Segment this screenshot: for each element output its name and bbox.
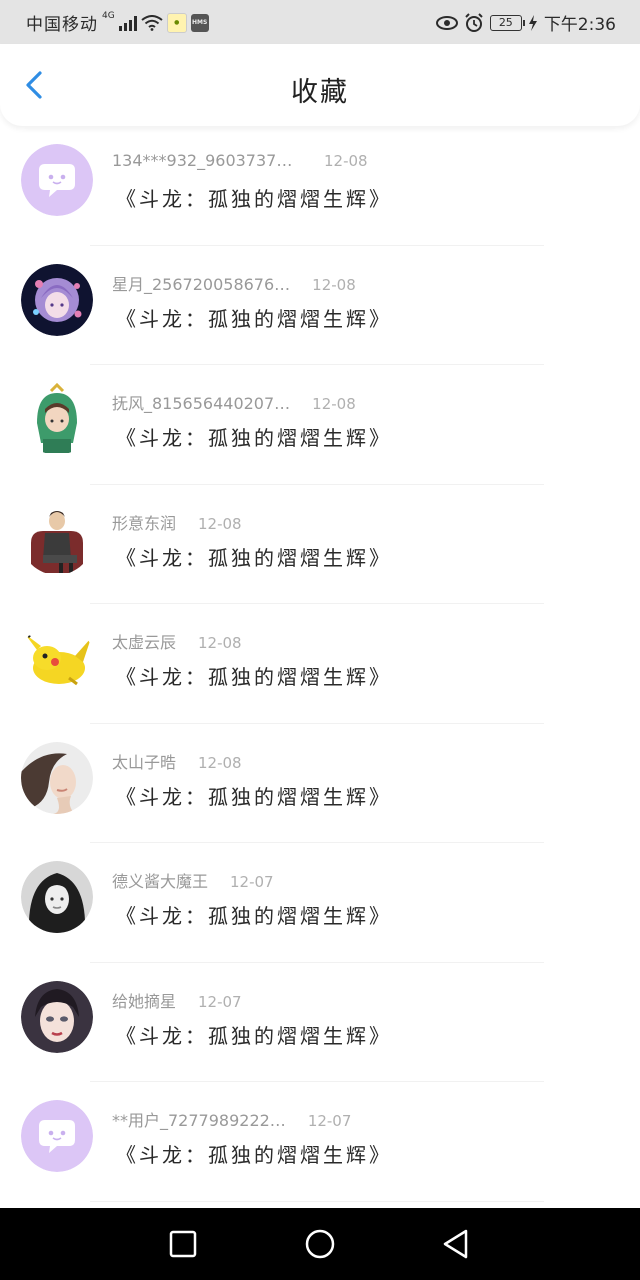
item-meta: 太山子晧 12-08 bbox=[112, 749, 242, 773]
book-title[interactable]: 《斗龙：孤独的熠熠生辉》 bbox=[116, 1020, 392, 1049]
item-meta: 给她摘星 12-07 bbox=[112, 988, 242, 1012]
eye-icon bbox=[435, 15, 458, 30]
list-item[interactable]: 太虚云辰 12-08 《斗龙：孤独的熠熠生辉》 bbox=[0, 604, 640, 724]
avatar[interactable] bbox=[21, 502, 93, 575]
item-meta: 134***932_9603737003 12-08 bbox=[112, 151, 368, 170]
status-bar: 中国移动 4G ● HMS 25 下午2:36 bbox=[0, 0, 640, 44]
divider bbox=[90, 1200, 544, 1202]
book-title[interactable]: 《斗龙：孤独的熠熠生辉》 bbox=[116, 781, 392, 810]
list-item[interactable]: 德义酱大魔王 12-07 《斗龙：孤独的熠熠生辉》 bbox=[0, 843, 640, 963]
user-name: 星月_256720058676… bbox=[112, 274, 291, 294]
network-type: 4G bbox=[102, 10, 115, 21]
list-item[interactable]: 抚风_815656440207… 12-08 《斗龙：孤独的熠熠生辉》 bbox=[0, 365, 640, 485]
item-date: 12-08 bbox=[312, 395, 356, 413]
list-item[interactable]: 形意东润 12-08 《斗龙：孤独的熠熠生辉》 bbox=[0, 485, 640, 604]
item-date: 12-08 bbox=[198, 514, 242, 533]
carrier-label: 中国移动 bbox=[26, 15, 98, 35]
user-name: 太虚云辰 bbox=[112, 633, 177, 652]
item-date: 12-07 bbox=[230, 873, 274, 891]
book-title[interactable]: 《斗龙：孤独的熠熠生辉》 bbox=[116, 303, 392, 332]
list-item[interactable]: **用户_7277989222… 12-07 《斗龙：孤独的熠熠生辉》 bbox=[0, 1082, 640, 1202]
signal-icon bbox=[118, 15, 137, 31]
book-title[interactable]: 《斗龙：孤独的熠熠生辉》 bbox=[116, 542, 392, 571]
recent-apps-icon[interactable] bbox=[165, 1226, 201, 1262]
item-meta: 抚风_815656440207… 12-08 bbox=[112, 390, 356, 414]
avatar[interactable] bbox=[21, 263, 93, 336]
alarm-icon bbox=[465, 12, 483, 32]
item-meta: 形意东润 12-08 bbox=[112, 510, 242, 534]
favorites-list: 134***932_9603737003 12-08 《斗龙：孤独的熠熠生辉》 星月_… bbox=[0, 126, 640, 1202]
avatar[interactable] bbox=[21, 622, 93, 694]
avatar[interactable] bbox=[21, 383, 93, 455]
user-name: 太山子晧 bbox=[112, 752, 177, 772]
avatar[interactable] bbox=[21, 1100, 93, 1172]
page-header: 收藏 bbox=[0, 44, 640, 126]
item-meta: 德义酱大魔王 12-07 bbox=[112, 868, 274, 892]
avatar[interactable] bbox=[21, 980, 93, 1053]
user-name: 德义酱大魔王 bbox=[112, 872, 209, 891]
book-title[interactable]: 《斗龙：孤独的熠熠生辉》 bbox=[116, 422, 392, 451]
item-date: 12-08 bbox=[198, 634, 242, 652]
list-item[interactable]: 给她摘星 12-07 《斗龙：孤独的熠熠生辉》 bbox=[0, 963, 640, 1082]
user-name: **用户_7277989222… bbox=[112, 1111, 286, 1130]
list-item[interactable]: 星月_256720058676… 12-08 《斗龙：孤独的熠熠生辉》 bbox=[0, 246, 640, 365]
item-date: 12-08 bbox=[324, 152, 368, 170]
back-triangle-icon[interactable] bbox=[438, 1226, 474, 1262]
page-title: 收藏 bbox=[291, 77, 349, 108]
charging-icon bbox=[528, 14, 537, 31]
book-title[interactable]: 《斗龙：孤独的熠熠生辉》 bbox=[116, 183, 392, 212]
item-meta: 星月_256720058676… 12-08 bbox=[112, 271, 356, 295]
item-date: 12-07 bbox=[198, 992, 242, 1011]
item-date: 12-08 bbox=[198, 753, 242, 772]
wifi-icon bbox=[141, 14, 163, 31]
user-name: 134***932_9603737003 bbox=[112, 151, 302, 170]
clock-time: 下午2:36 bbox=[543, 15, 616, 35]
app-notification-icon: ● bbox=[166, 12, 187, 33]
book-title[interactable]: 《斗龙：孤独的熠熠生辉》 bbox=[116, 1139, 392, 1168]
avatar[interactable] bbox=[21, 144, 93, 216]
hms-icon: HMS bbox=[190, 13, 209, 32]
battery-icon: 25 bbox=[489, 14, 525, 31]
book-title[interactable]: 《斗龙：孤独的熠熠生辉》 bbox=[116, 900, 392, 929]
item-date: 12-07 bbox=[307, 1112, 352, 1130]
item-meta: 太虚云辰 12-08 bbox=[112, 629, 242, 653]
home-icon[interactable] bbox=[302, 1226, 338, 1262]
list-item[interactable]: 太山子晧 12-08 《斗龙：孤独的熠熠生辉》 bbox=[0, 724, 640, 843]
user-name: 给她摘星 bbox=[112, 991, 177, 1011]
list-item[interactable]: 134***932_9603737003 12-08 《斗龙：孤独的熠熠生辉》 bbox=[0, 126, 640, 246]
avatar[interactable] bbox=[21, 861, 93, 933]
system-nav-bar bbox=[0, 1208, 640, 1280]
user-name: 形意东润 bbox=[112, 513, 177, 533]
item-date: 12-08 bbox=[312, 275, 356, 294]
book-title[interactable]: 《斗龙：孤独的熠熠生辉》 bbox=[116, 661, 392, 690]
user-name: 抚风_815656440207… bbox=[112, 394, 291, 413]
battery-level: 25 bbox=[498, 16, 513, 29]
item-meta: **用户_7277989222… 12-07 bbox=[112, 1107, 351, 1131]
avatar[interactable] bbox=[21, 741, 93, 814]
